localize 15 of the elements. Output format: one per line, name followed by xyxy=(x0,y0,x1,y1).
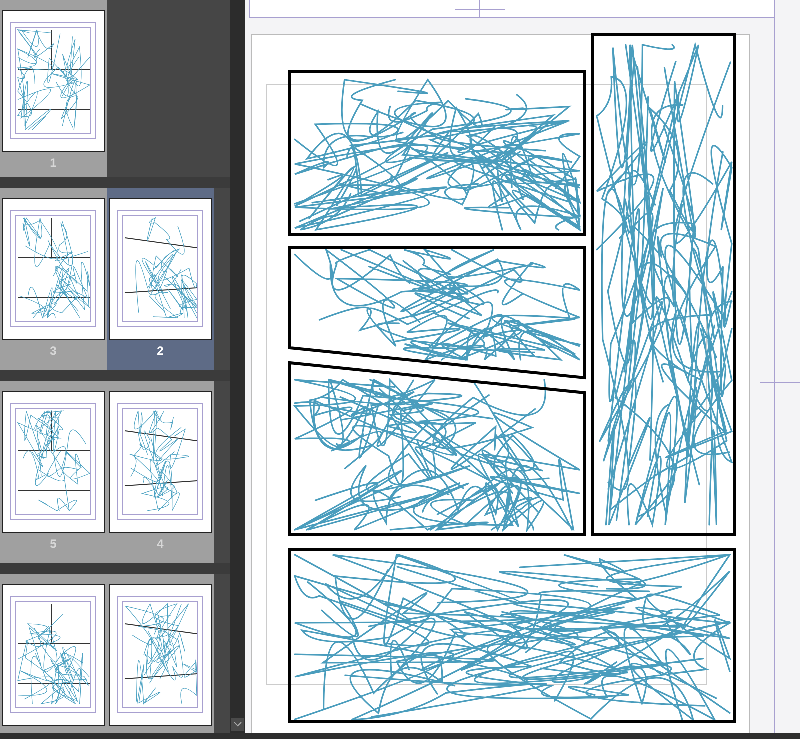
page-number: 2 xyxy=(157,344,164,358)
crop-mark xyxy=(760,350,800,416)
page-number: 4 xyxy=(157,537,164,551)
page-item[interactable]: 5 xyxy=(0,381,107,563)
page-number: 5 xyxy=(50,537,57,551)
page-number: 3 xyxy=(50,344,57,358)
scroll-down-button[interactable] xyxy=(231,718,244,731)
page-number: 1 xyxy=(50,156,57,170)
scrollbar[interactable] xyxy=(230,0,245,733)
caret-icon xyxy=(234,722,242,727)
page-item[interactable]: 2 xyxy=(107,188,214,370)
page-item[interactable]: 4 xyxy=(107,381,214,563)
page-item[interactable]: 1 xyxy=(0,0,107,177)
crop-mark xyxy=(454,0,506,18)
page-item[interactable]: 3 xyxy=(0,188,107,370)
